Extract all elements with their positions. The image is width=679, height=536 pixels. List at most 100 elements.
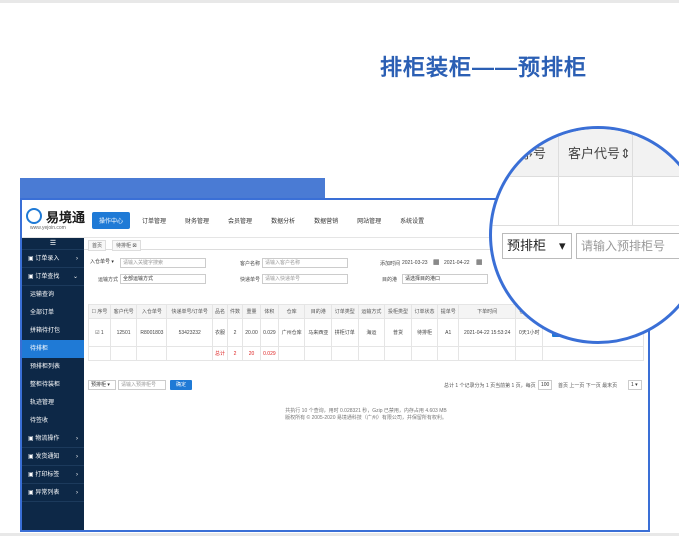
order-type-select[interactable]: 入仓单号 ▾ [88,258,120,268]
sidebar-item-label: 轨迹管理 [30,400,55,406]
top-menu-item[interactable]: 数据分析 [264,212,302,229]
total-cell [384,346,412,361]
sidebar-item[interactable]: ▣ 订单查找 ⌄ [22,268,84,286]
total-cell [542,346,644,361]
date-from[interactable]: 2021-03-23 [402,260,428,266]
top-menu-item[interactable]: 操作中心 [92,212,131,229]
page-select[interactable]: 1 ▾ [628,380,642,390]
table-cell: 马来西亚 [304,318,332,347]
column-header[interactable]: 重量 [242,304,261,319]
column-header[interactable]: 体积 [259,304,279,319]
total-cell: 总计 [211,346,229,361]
column-header[interactable]: 运输方式 [357,304,386,319]
total-cell [88,346,111,361]
sidebar-item[interactable]: 待排柜 [22,340,84,358]
table-cell: 12501 [109,318,138,347]
column-header[interactable]: 仓库 [277,304,306,319]
chevron-icon: › [76,256,78,262]
sidebar-item[interactable]: 轨迹管理 [22,394,84,412]
sidebar-item-label: ▣ 订单查找 [28,274,60,280]
table-cell: 拼柜订单 [331,318,359,347]
menu-icon[interactable]: ☰ [22,238,84,250]
tab-home[interactable]: 首页 [88,240,107,251]
footer: 共执行 10 个查询，用时 0.028321 秒，Gzip 已禁用，内存占用 4… [84,408,648,422]
table-cell: 20.00 [242,318,261,347]
sidebar-item-label: 待签收 [30,418,49,424]
magnified-col-customer: 客户代号⇕ [568,146,631,161]
tracking-input[interactable]: 请输入快递单号 [262,274,348,284]
pager-nav[interactable]: 首页 上一页 下一页 最末页 [558,382,617,389]
column-header[interactable]: 入仓单号 [136,304,168,319]
precabinet-input[interactable]: 请输入预排柜号 [118,380,166,390]
sidebar-item[interactable]: 拼箱待打包 [22,322,84,340]
magnified-precabinet-select[interactable]: 预排柜 ▾ [502,233,572,259]
sidebar-item-label: 运输查询 [30,292,55,298]
tracking-label: 快递单号 [240,277,261,283]
column-header[interactable]: ☐ 序号 [88,304,111,319]
sidebar-item[interactable]: 待签收 [22,412,84,430]
per-page-input[interactable]: 100 [538,380,552,390]
precabinet-select[interactable]: 预排柜 ▾ [88,380,116,390]
sidebar-item[interactable]: 整柜待装柜 [22,376,84,394]
column-header[interactable]: 投柜类型 [384,304,412,319]
sidebar-item[interactable]: ▣ 发货通知 › [22,448,84,466]
table-cell: 0.029 [259,318,279,347]
total-cell: 0.029 [259,346,279,361]
sidebar-item-label: 整柜待装柜 [30,382,61,388]
sidebar-item[interactable]: 全部订单 [22,304,84,322]
date-to[interactable]: 2021-04-22 [444,260,470,266]
sidebar-item-label: ▣ 打印标签 [28,472,60,478]
total-cell [331,346,359,361]
top-menu-item[interactable]: 网站管理 [350,212,388,229]
port-select[interactable]: 请选择目的港口 [402,274,488,284]
column-header[interactable]: 客户代号 [109,304,138,319]
column-header[interactable]: 订单状态 [410,304,439,319]
table-cell: ☑ 1 [88,318,111,347]
column-header[interactable]: 下单时间 [458,304,517,319]
sidebar-item[interactable]: 预排柜列表 [22,358,84,376]
total-cell: 20 [242,346,261,361]
total-cell [136,346,168,361]
column-header[interactable]: 订单类型 [331,304,359,319]
total-cell [304,346,332,361]
top-menu: 操作中心 订单管理 财务管理 会员管理 数据分析 数据营销 网站管理 系统设置 [92,212,436,229]
top-menu-item[interactable]: 财务管理 [178,212,216,229]
calendar-icon[interactable]: ▦ [476,258,483,266]
customer-name-label: 客户名称 [240,261,261,267]
chevron-icon: › [76,436,78,442]
sidebar-item[interactable]: ▣ 物流操作 › [22,430,84,448]
tab-pending-cabinet[interactable]: 待排柜 ⊠ [112,240,141,251]
magnified-col-index: 序号 [520,146,547,161]
sidebar-item[interactable]: ▣ 打印标签 › [22,466,84,484]
magnified-precabinet-input[interactable]: 请输入预排柜号 [576,233,679,259]
sidebar-item[interactable]: 运输查询 [22,286,84,304]
sidebar-item[interactable]: ▣ 异常列表 › [22,484,84,502]
sidebar-item-label: 全部订单 [30,310,55,316]
top-menu-item[interactable]: 系统设置 [393,212,431,229]
table-cell: 53423232 [166,318,213,347]
table-cell: 普货 [384,318,412,347]
calendar-icon[interactable]: ▦ [433,258,440,266]
column-header[interactable]: 提单号 [437,304,460,319]
sidebar-item-label: 拼箱待打包 [30,328,61,334]
customer-name-input[interactable]: 请输入客户名称 [262,258,348,268]
total-cell [166,346,213,361]
pager-summary: 总计 1 个记录分为 1 页当前第 1 页，每页 [444,383,536,389]
keyword-input[interactable]: 请输入关键字搜索 [120,258,206,268]
column-header[interactable]: 目的港 [304,304,332,319]
top-menu-item[interactable]: 数据营销 [307,212,345,229]
sidebar-item[interactable]: ▣ 订单录入 › [22,250,84,268]
table-cell: A1 [437,318,460,347]
column-header[interactable]: 品名 [211,304,229,319]
transport-select[interactable]: 全部运输方式 [120,274,206,284]
logo[interactable]: 易境通 www.yejoin.com [26,206,90,234]
chevron-icon: › [76,472,78,478]
top-menu-item[interactable]: 会员管理 [221,212,259,229]
column-header[interactable]: 件数 [226,304,244,319]
port-label: 目的港 [382,277,398,283]
confirm-button[interactable]: 确定 [170,380,192,390]
total-cell [109,346,138,361]
top-menu-item[interactable]: 订单管理 [135,212,173,229]
table-cell: 衣服 [211,318,229,347]
column-header[interactable]: 快递单号/订单号 [166,304,213,319]
